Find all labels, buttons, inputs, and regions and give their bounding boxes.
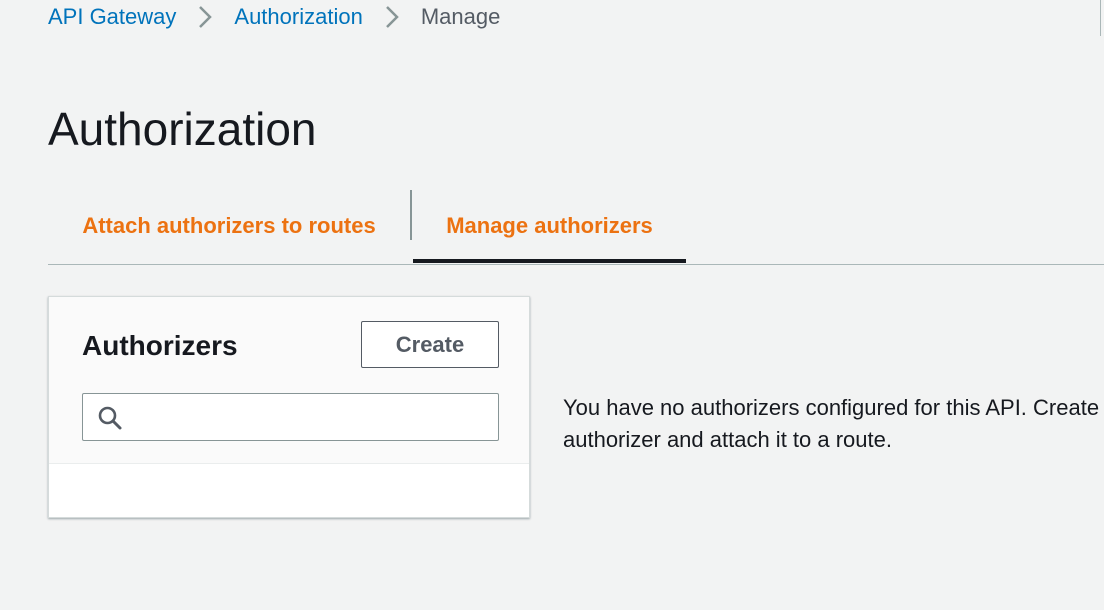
active-tab-indicator (413, 259, 686, 263)
tab-attach-authorizers[interactable]: Attach authorizers to routes (48, 190, 410, 262)
search-icon (97, 405, 123, 431)
authorizers-panel: Authorizers Create (48, 296, 530, 518)
create-button[interactable]: Create (361, 321, 499, 368)
breadcrumb-api-gateway-link[interactable]: API Gateway (48, 4, 176, 30)
chevron-right-icon (176, 3, 234, 31)
breadcrumb-authorization-link[interactable]: Authorization (234, 4, 362, 30)
breadcrumb: API Gateway Authorization Manage (48, 3, 500, 31)
tab-manage-authorizers[interactable]: Manage authorizers (413, 190, 686, 262)
search-input[interactable] (135, 396, 490, 438)
empty-state-message: You have no authorizers configured for t… (563, 395, 1104, 452)
chevron-right-icon (363, 3, 421, 31)
tab-bar: Attach authorizers to routes Manage auth… (48, 190, 1104, 265)
right-edge-divider (1100, 0, 1104, 36)
page-title: Authorization (48, 103, 317, 155)
search-field[interactable] (82, 393, 499, 441)
tab-divider (410, 190, 412, 240)
panel-header: Authorizers Create (49, 297, 529, 464)
breadcrumb-current: Manage (420, 4, 501, 29)
panel-title: Authorizers (82, 330, 238, 361)
